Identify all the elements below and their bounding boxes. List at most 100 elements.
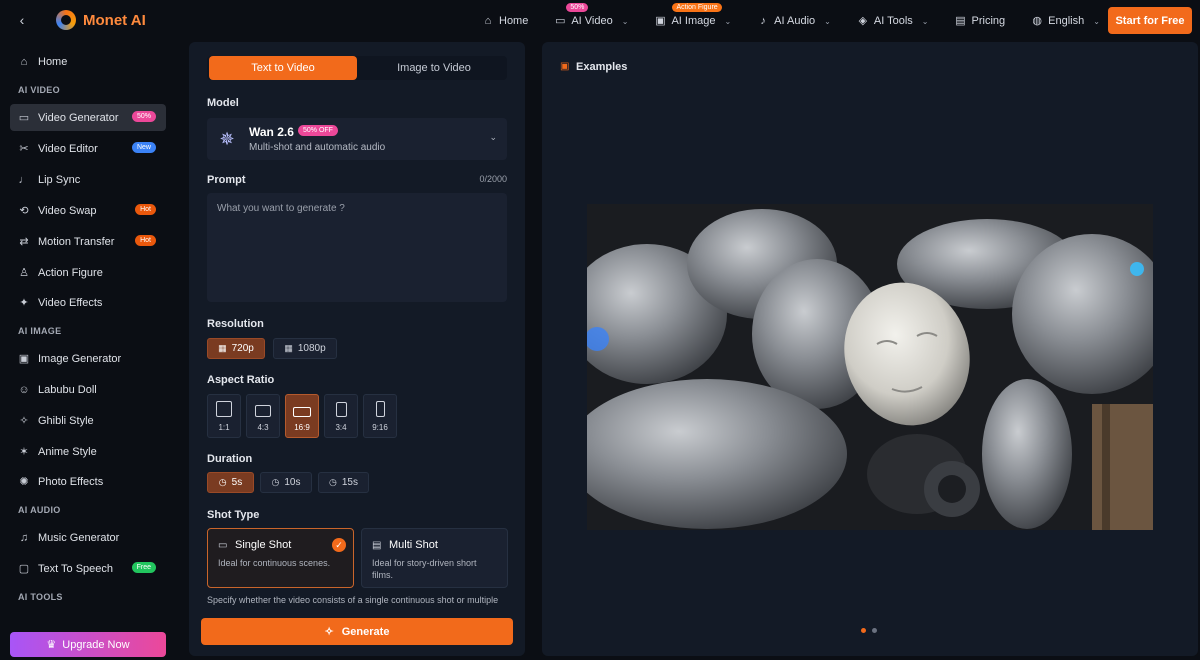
wide-ratio-icon — [293, 407, 311, 417]
shot-single[interactable]: ▭ Single Shot ✓ Ideal for continuous sce… — [207, 528, 354, 588]
sidebar-item-video-editor[interactable]: ✂ Video Editor New — [10, 135, 166, 162]
chevron-down-icon: ⌄ — [824, 16, 831, 26]
sidebar-item-labubu-doll[interactable]: ☺ Labubu Doll — [10, 376, 166, 403]
duration-option-label: 5s — [231, 477, 243, 488]
nav-ai-image-badge: Action Figure — [672, 3, 722, 12]
home-icon: ⌂ — [20, 55, 28, 68]
nav-ai-tools[interactable]: ◈ AI Tools ⌄ — [857, 15, 929, 27]
free-badge: Free — [131, 562, 156, 573]
sidebar-item-label: Video Effects — [38, 296, 103, 309]
tab-image-to-video[interactable]: Image to Video — [359, 56, 509, 80]
image-icon: ▣ — [655, 15, 666, 27]
prompt-label: Prompt — [207, 174, 246, 186]
back-arrow-icon[interactable]: ‹ — [14, 12, 30, 28]
examples-title: Examples — [576, 61, 628, 73]
aspect-option-label: 4:3 — [257, 423, 269, 432]
sparkle-icon: ✧ — [324, 626, 334, 638]
shot-description: Ideal for continuous scenes. — [218, 558, 331, 568]
model-description: Multi-shot and automatic audio — [249, 142, 386, 153]
resolution-1080p[interactable]: ▦ 1080p — [273, 338, 337, 359]
chevron-down-icon: ⌄ — [621, 16, 629, 26]
nav-pricing-label: Pricing — [971, 15, 1006, 27]
audio-icon: ♪ — [760, 15, 766, 27]
sidebar-item-action-figure[interactable]: ♙ Action Figure — [10, 259, 166, 286]
sidebar-item-text-to-speech[interactable]: ▢ Text To Speech Free — [10, 555, 166, 582]
model-select[interactable]: ✵ Wan 2.6 50% OFF Multi-shot and automat… — [207, 118, 507, 160]
resolution-option-label: 1080p — [297, 343, 326, 354]
sidebar-item-label: Text To Speech — [38, 562, 114, 575]
sidebar-item-label: Image Generator — [38, 352, 122, 365]
prompt-input[interactable] — [207, 193, 507, 302]
nav-home[interactable]: ⌂ Home — [482, 15, 529, 27]
sidebar-section-ai-tools: AI TOOLS — [18, 592, 63, 602]
carousel-dot-active[interactable] — [861, 628, 866, 633]
duration-5s[interactable]: ◷ 5s — [207, 472, 254, 493]
shot-multi[interactable]: ▤ Multi Shot Ideal for story-driven shor… — [361, 528, 508, 588]
new-badge: New — [131, 142, 156, 153]
nav-ai-audio[interactable]: ♪ AI Audio ⌄ — [757, 15, 831, 27]
tab-text-to-video[interactable]: Text to Video — [209, 56, 357, 80]
nav-ai-video[interactable]: 50% ▭ AI Video ⌄ — [554, 3, 629, 27]
aspect-4-3[interactable]: 4:3 — [246, 394, 280, 438]
sidebar-item-video-generator[interactable]: ▭ Video Generator 50% — [10, 104, 166, 131]
duration-15s[interactable]: ◷ 15s — [318, 472, 369, 493]
aspect-3-4[interactable]: 3:4 — [324, 394, 358, 438]
monet-logo-icon[interactable] — [56, 10, 76, 30]
magic-wand-icon: ✦ — [19, 297, 29, 309]
microphone-icon: ♩ — [18, 173, 30, 186]
hot-badge: Hot — [135, 204, 156, 215]
effects-icon: ✺ — [19, 476, 29, 488]
discount-badge: 50% — [131, 111, 156, 122]
sidebar-item-home[interactable]: ⌂ Home — [10, 48, 166, 75]
landscape-ratio-icon — [255, 405, 271, 417]
generate-button[interactable]: ✧ Generate — [201, 618, 513, 645]
start-for-free-button[interactable]: Start for Free — [1108, 7, 1192, 34]
example-video-preview[interactable] — [587, 204, 1153, 530]
crown-icon: ♛ — [46, 639, 57, 651]
carousel-dot[interactable] — [872, 628, 877, 633]
sidebar-item-label: Motion Transfer — [38, 235, 115, 248]
sidebar-item-anime-style[interactable]: ✶ Anime Style — [10, 438, 166, 465]
sidebar-item-ghibli-style[interactable]: ✧ Ghibli Style — [10, 407, 166, 434]
sidebar-item-label: Lip Sync — [38, 173, 81, 186]
duration-10s[interactable]: ◷ 10s — [260, 472, 312, 493]
sidebar-item-label: Labubu Doll — [38, 383, 97, 396]
mode-tabs: Text to Video Image to Video — [207, 56, 507, 80]
nav-ai-image[interactable]: Action Figure ▣ AI Image ⌄ — [654, 3, 731, 27]
aspect-16-9[interactable]: 16:9 — [285, 394, 319, 438]
sidebar-item-video-effects[interactable]: ✦ Video Effects — [10, 289, 166, 316]
robot-pile-illustration — [587, 204, 1153, 530]
aspect-1-1[interactable]: 1:1 — [207, 394, 241, 438]
music-note-icon: ♫ — [19, 531, 29, 544]
sidebar-item-label: Video Editor — [38, 142, 98, 155]
sparkle-icon: ✧ — [19, 415, 29, 427]
shot-type-label: Shot Type — [207, 509, 260, 521]
sidebar-item-photo-effects[interactable]: ✺ Photo Effects — [10, 468, 166, 495]
grid-icon: ▦ — [284, 343, 293, 353]
nav-pricing[interactable]: ▤ Pricing — [955, 15, 1006, 27]
brand-name[interactable]: Monet AI — [83, 12, 146, 29]
sidebar-item-label: Anime Style — [38, 445, 97, 458]
figure-icon: ♙ — [19, 267, 29, 279]
clapperboard-icon: ▤ — [372, 540, 382, 551]
sidebar-item-image-generator[interactable]: ▣ Image Generator — [10, 345, 166, 372]
star-icon: ✶ — [19, 446, 29, 458]
clock-icon: ◷ — [218, 477, 227, 487]
nav-ai-tools-label: AI Tools — [873, 15, 913, 27]
upgrade-now-button[interactable]: ♛ Upgrade Now — [10, 632, 166, 657]
aspect-9-16[interactable]: 9:16 — [363, 394, 397, 438]
chevron-down-icon: ⌄ — [489, 132, 497, 142]
nav-ai-video-badge: 50% — [566, 3, 589, 12]
top-bar: ‹ Monet AI ⌂ Home 50% ▭ AI Video ⌄ Actio… — [0, 0, 1200, 42]
resolution-720p[interactable]: ▦ 720p — [207, 338, 265, 359]
main-nav: ⌂ Home 50% ▭ AI Video ⌄ Action Figure ▣ … — [482, 0, 1126, 42]
sidebar-item-music-generator[interactable]: ♫ Music Generator — [10, 524, 166, 551]
clock-icon: ◷ — [329, 477, 337, 487]
sidebar-item-lip-sync[interactable]: ♩ Lip Sync — [10, 166, 166, 193]
nav-language[interactable]: ◍ English ⌄ — [1031, 15, 1100, 27]
aspect-option-label: 9:16 — [372, 423, 388, 432]
shot-title: Multi Shot — [389, 539, 438, 551]
aspect-option-label: 3:4 — [335, 423, 347, 432]
sidebar-item-motion-transfer[interactable]: ⇄ Motion Transfer Hot — [10, 228, 166, 255]
sidebar-item-video-swap[interactable]: ⟲ Video Swap Hot — [10, 197, 166, 224]
